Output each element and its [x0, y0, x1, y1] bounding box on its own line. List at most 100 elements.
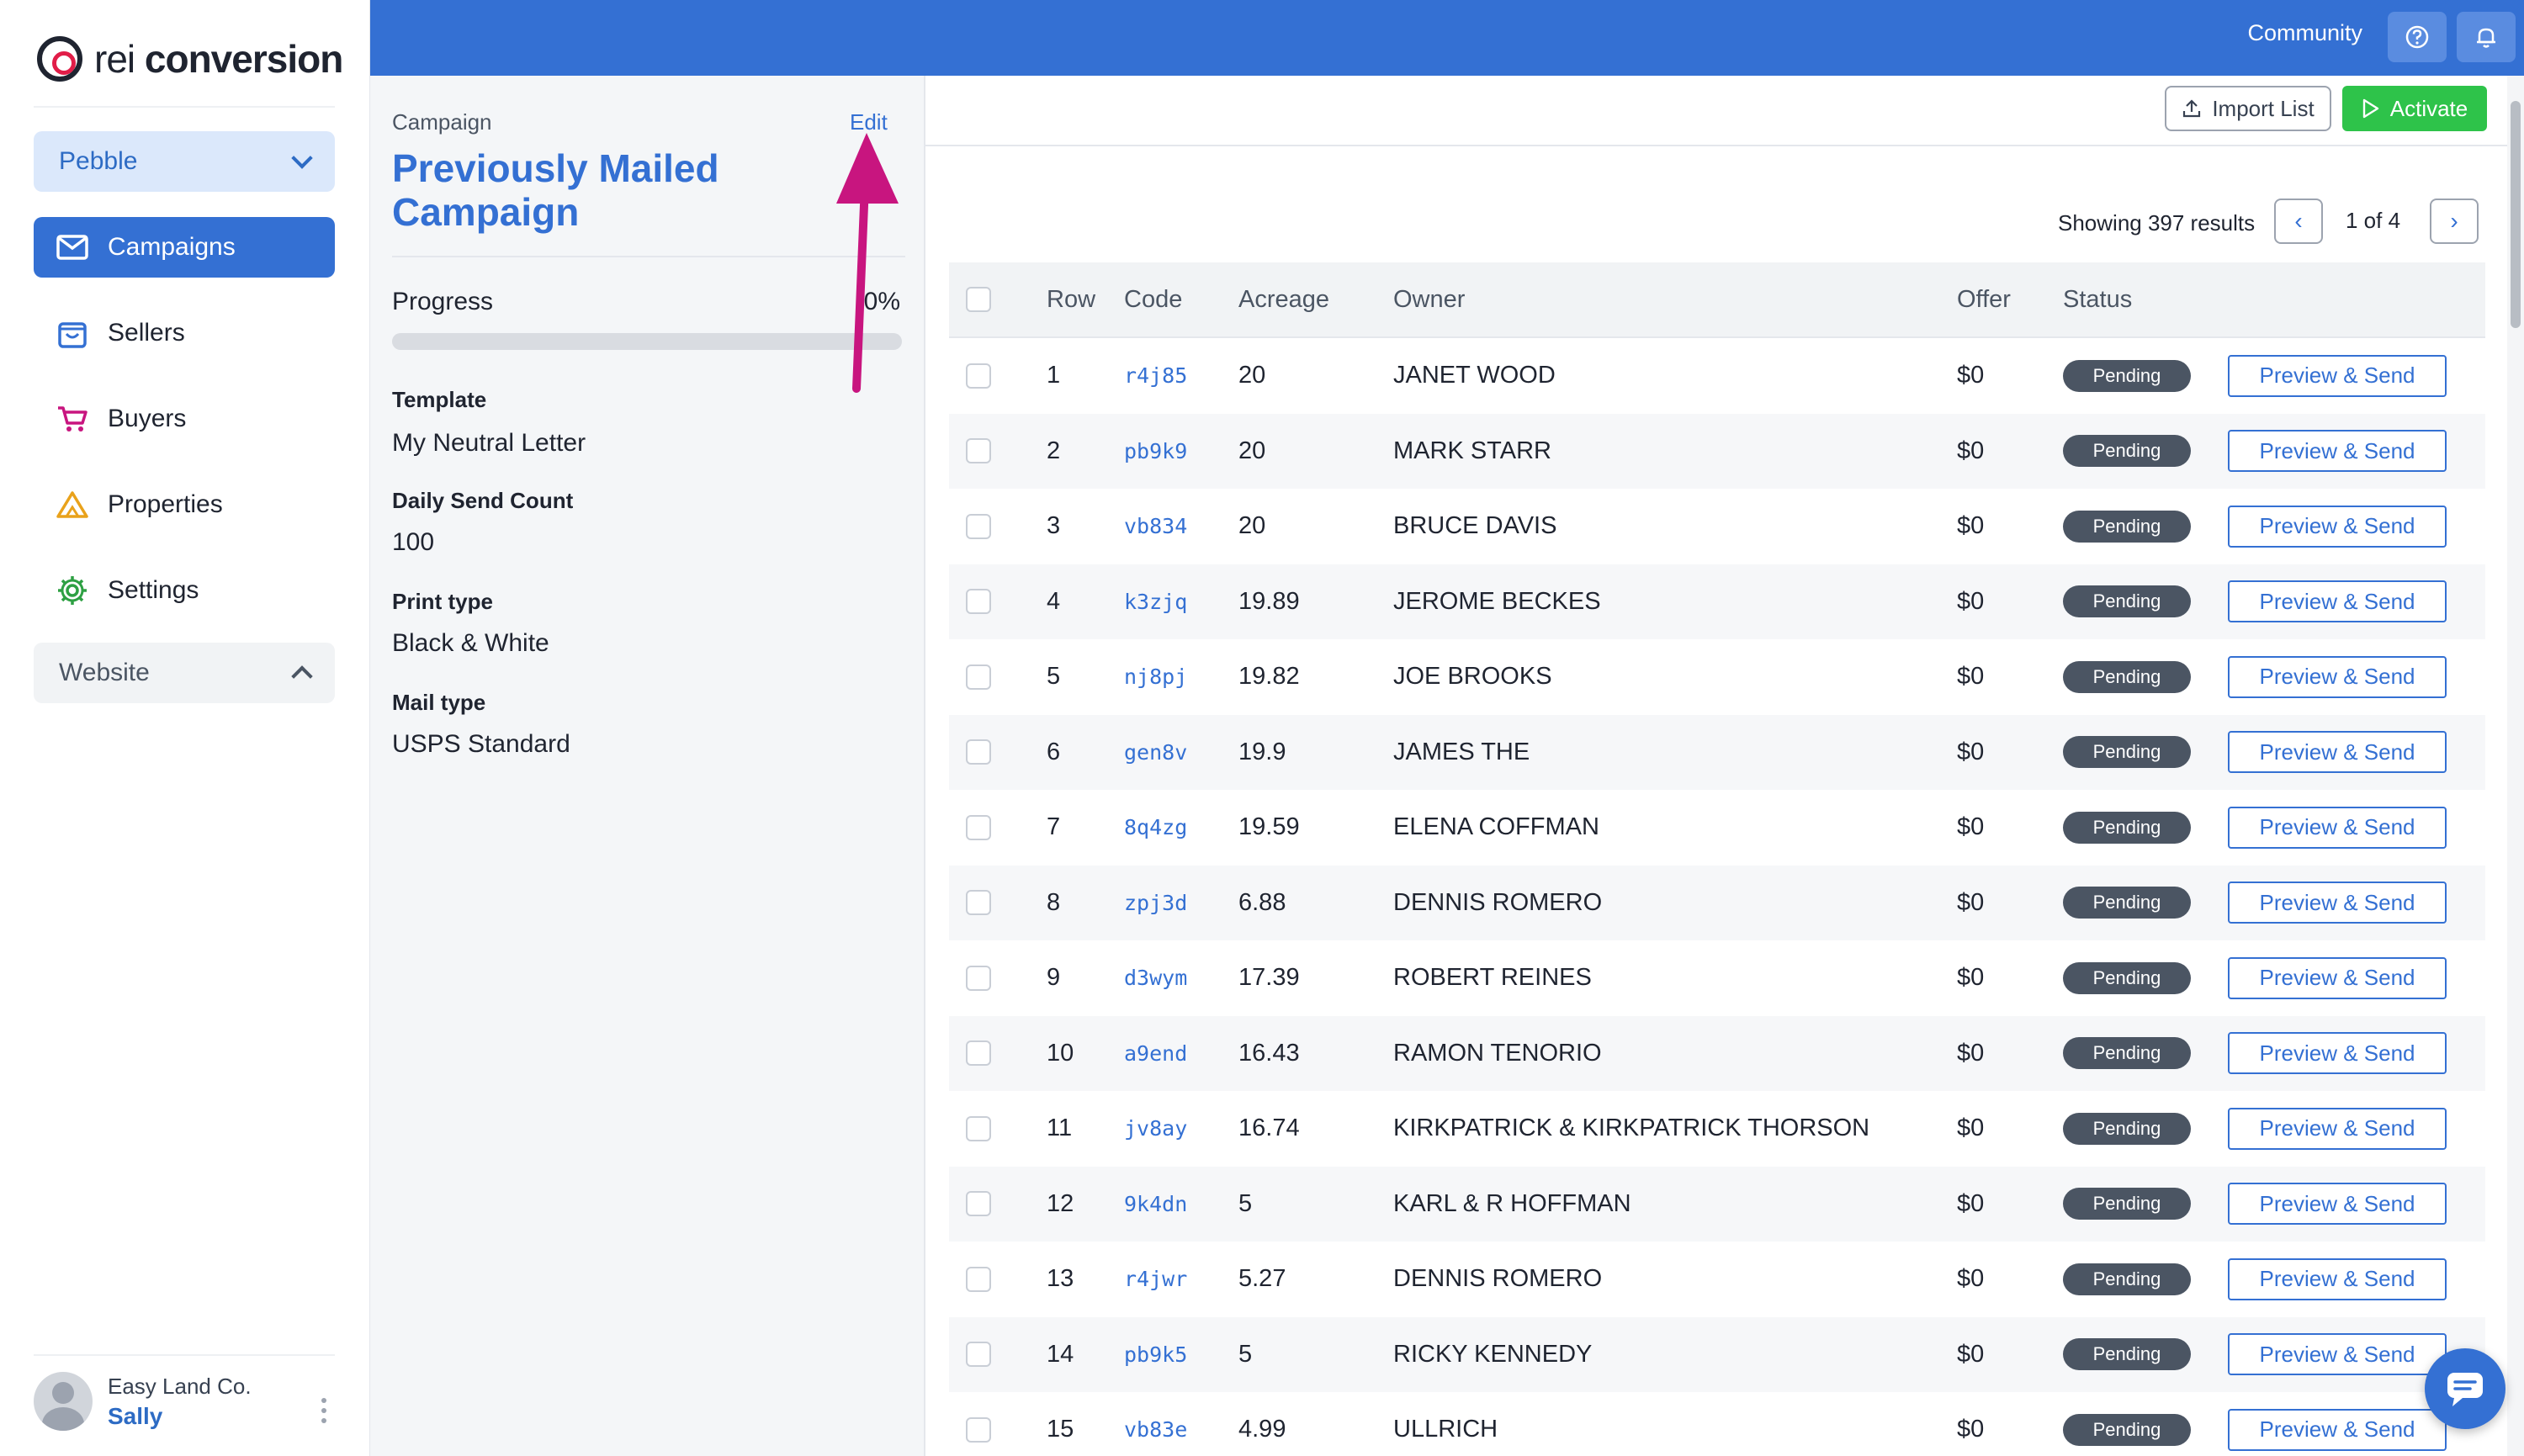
- row-checkbox[interactable]: [966, 1342, 991, 1368]
- sidebar-item-sellers[interactable]: Sellers: [34, 303, 335, 363]
- table-row[interactable]: 12 9k4dn 5 KARL & R HOFFMAN $0 Pending Preview…: [949, 1166, 2485, 1242]
- row-checkbox[interactable]: [966, 1040, 991, 1067]
- community-link[interactable]: Community: [2247, 20, 2362, 46]
- offer-value: $0: [1957, 1189, 1985, 1217]
- offer-value: $0: [1957, 362, 1985, 389]
- table-row[interactable]: 2 pb9k9 20 MARK STARR $0 Pending Preview & Sen…: [949, 413, 2485, 489]
- property-code-link[interactable]: d3wym: [1124, 966, 1238, 990]
- row-checkbox[interactable]: [966, 513, 991, 539]
- select-all-checkbox[interactable]: [966, 287, 991, 312]
- property-code-link[interactable]: k3zjq: [1124, 590, 1238, 614]
- workspace-select[interactable]: Pebble: [34, 131, 335, 192]
- chat-support-button[interactable]: [2425, 1348, 2505, 1429]
- activate-label: Activate: [2389, 95, 2468, 121]
- preview-send-button[interactable]: Preview & Send: [2228, 430, 2447, 473]
- row-checkbox[interactable]: [966, 890, 991, 916]
- kebab-menu-icon[interactable]: [321, 1398, 326, 1423]
- cart-icon: [56, 402, 89, 436]
- preview-send-button[interactable]: Preview & Send: [2228, 1032, 2447, 1075]
- results-count: Showing 397 results: [2058, 210, 2256, 236]
- property-code-link[interactable]: gen8v: [1124, 740, 1238, 765]
- preview-send-button[interactable]: Preview & Send: [2228, 956, 2447, 999]
- table-row[interactable]: 11 jv8ay 16.74 KIRKPATRICK & KIRKPATRICK TH…: [949, 1091, 2485, 1167]
- preview-send-button[interactable]: Preview & Send: [2228, 1333, 2447, 1376]
- table-row[interactable]: 4 k3zjq 19.89 JEROME BECKES $0 Pending Preview…: [949, 564, 2485, 639]
- table-row[interactable]: 14 pb9k5 5 RICKY KENNEDY $0 Pending Preview & …: [949, 1316, 2485, 1392]
- column-header-status[interactable]: Status: [2063, 286, 2228, 314]
- property-code-link[interactable]: a9end: [1124, 1041, 1238, 1066]
- table-row[interactable]: 6 gen8v 19.9 JAMES THE $0 Pending Preview & Se…: [949, 714, 2485, 790]
- bell-icon: [2477, 28, 2495, 48]
- column-header-code[interactable]: Code: [1124, 286, 1238, 314]
- preview-send-button[interactable]: Preview & Send: [2228, 1408, 2447, 1451]
- property-code-link[interactable]: jv8ay: [1124, 1116, 1238, 1141]
- sidebar-item-buyers[interactable]: Buyers: [34, 389, 335, 449]
- help-button[interactable]: [2388, 12, 2447, 62]
- notifications-button[interactable]: [2457, 12, 2516, 62]
- preview-send-button[interactable]: Preview & Send: [2228, 580, 2447, 623]
- row-checkbox[interactable]: [966, 965, 991, 991]
- row-checkbox[interactable]: [966, 1191, 991, 1217]
- property-code-link[interactable]: pb9k5: [1124, 1342, 1238, 1367]
- column-header-owner[interactable]: Owner: [1393, 286, 1957, 314]
- row-checkbox[interactable]: [966, 739, 991, 765]
- column-header-offer[interactable]: Offer: [1957, 286, 2063, 314]
- user-profile[interactable]: Easy Land Co. Sally: [34, 1354, 335, 1447]
- property-code-link[interactable]: zpj3d: [1124, 891, 1238, 915]
- table-row[interactable]: 13 r4jwr 5.27 DENNIS ROMERO $0 Pending Preview…: [949, 1242, 2485, 1317]
- scrollbar-thumb[interactable]: [2511, 101, 2521, 328]
- row-checkbox[interactable]: [966, 1416, 991, 1443]
- row-checkbox[interactable]: [966, 1115, 991, 1141]
- preview-send-button[interactable]: Preview & Send: [2228, 1107, 2447, 1150]
- preview-send-button[interactable]: Preview & Send: [2228, 731, 2447, 774]
- preview-send-button[interactable]: Preview & Send: [2228, 354, 2447, 397]
- property-code-link[interactable]: 8q4zg: [1124, 815, 1238, 839]
- preview-send-button[interactable]: Preview & Send: [2228, 505, 2447, 548]
- preview-send-button[interactable]: Preview & Send: [2228, 882, 2447, 924]
- property-code-link[interactable]: 9k4dn: [1124, 1192, 1238, 1216]
- row-checkbox[interactable]: [966, 589, 991, 615]
- brand-logo[interactable]: rei conversion: [37, 32, 343, 86]
- property-code-link[interactable]: r4j85: [1124, 363, 1238, 388]
- column-header-acreage[interactable]: Acreage: [1238, 286, 1393, 314]
- row-checkbox[interactable]: [966, 1266, 991, 1292]
- row-checkbox[interactable]: [966, 664, 991, 690]
- activate-button[interactable]: Activate: [2342, 86, 2487, 131]
- table-row[interactable]: 7 8q4zg 19.59 ELENA COFFMAN $0 Pending Preview…: [949, 790, 2485, 866]
- preview-send-button[interactable]: Preview & Send: [2228, 655, 2447, 698]
- mail-type-label: Mail type: [392, 690, 486, 715]
- table-row[interactable]: 9 d3wym 17.39 ROBERT REINES $0 Pending Preview…: [949, 940, 2485, 1016]
- row-checkbox[interactable]: [966, 438, 991, 464]
- property-code-link[interactable]: vb834: [1124, 514, 1238, 538]
- row-checkbox[interactable]: [966, 814, 991, 840]
- property-code-link[interactable]: r4jwr: [1124, 1267, 1238, 1291]
- acreage-value: 19.59: [1238, 813, 1300, 841]
- page-scrollbar[interactable]: [2507, 76, 2524, 1456]
- website-section-toggle[interactable]: Website: [34, 643, 335, 703]
- property-code-link[interactable]: nj8pj: [1124, 664, 1238, 689]
- column-header-row[interactable]: Row: [1026, 286, 1124, 314]
- mail-icon: [56, 230, 89, 264]
- sidebar-item-label: Campaigns: [108, 233, 236, 261]
- preview-send-button[interactable]: Preview & Send: [2228, 806, 2447, 849]
- row-checkbox[interactable]: [966, 363, 991, 389]
- property-code-link[interactable]: pb9k9: [1124, 439, 1238, 463]
- sidebar-item-properties[interactable]: Properties: [34, 474, 335, 535]
- table-row[interactable]: 5 nj8pj 19.82 JOE BROOKS $0 Pending Preview & …: [949, 639, 2485, 715]
- table-row[interactable]: 1 r4j85 20 JANET WOOD $0 Pending Preview & Sen…: [949, 338, 2485, 414]
- property-code-link[interactable]: vb83e: [1124, 1417, 1238, 1442]
- preview-send-button[interactable]: Preview & Send: [2228, 1257, 2447, 1300]
- import-list-button[interactable]: Import List: [2165, 86, 2331, 131]
- sidebar-item-settings[interactable]: Settings: [34, 560, 335, 621]
- sidebar-item-campaigns[interactable]: Campaigns: [34, 217, 335, 278]
- next-page-button[interactable]: ›: [2430, 199, 2479, 244]
- table-row[interactable]: 10 a9end 16.43 RAMON TENORIO $0 Pending Previe…: [949, 1015, 2485, 1091]
- preview-send-button[interactable]: Preview & Send: [2228, 1183, 2447, 1226]
- status-badge: Pending: [2063, 435, 2191, 468]
- prev-page-button[interactable]: ‹: [2274, 199, 2323, 244]
- table-row[interactable]: 3 vb834 20 BRUCE DAVIS $0 Pending Preview & Se…: [949, 489, 2485, 564]
- table-row[interactable]: 8 zpj3d 6.88 DENNIS ROMERO $0 Pending Preview …: [949, 865, 2485, 940]
- owner-name: RICKY KENNEDY: [1393, 1340, 1593, 1368]
- table-row[interactable]: 15 vb83e 4.99 ULLRICH $0 Pending Preview & Sen…: [949, 1392, 2485, 1456]
- owner-name: DENNIS ROMERO: [1393, 888, 1603, 916]
